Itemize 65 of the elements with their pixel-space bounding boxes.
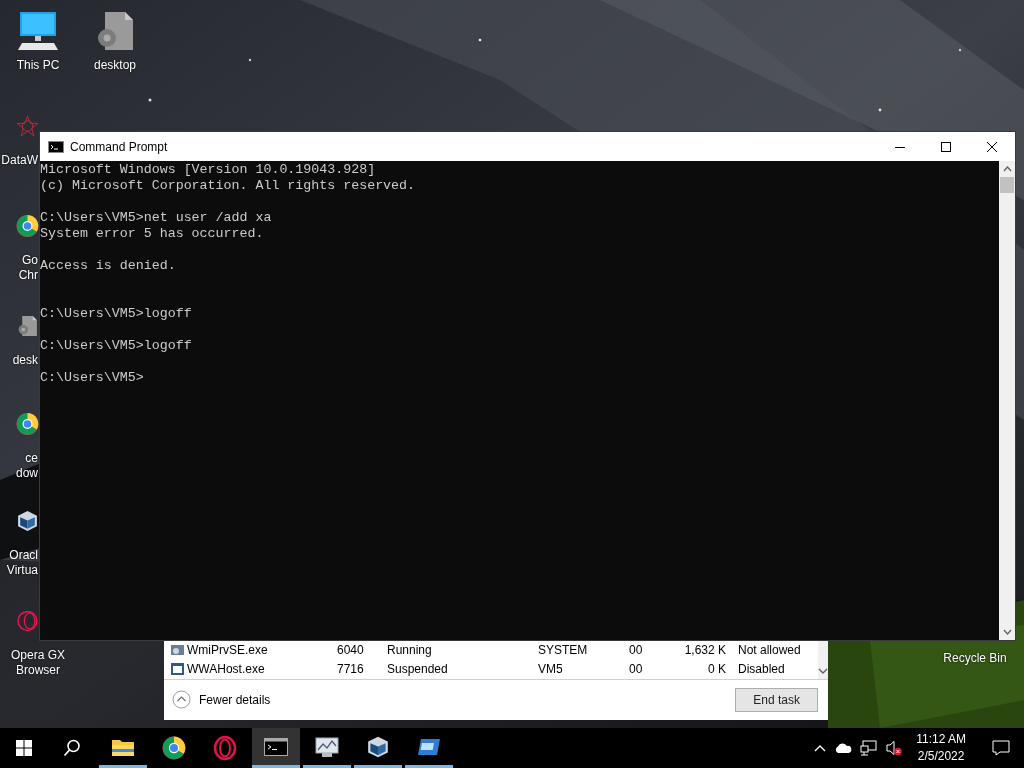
- icon-label[interactable]: Chr: [0, 268, 38, 283]
- search-icon[interactable]: [63, 739, 81, 757]
- table-cell-text: 1,632 K: [683, 641, 726, 659]
- scroll-down-icon[interactable]: [1002, 629, 1012, 635]
- cube-icon: [366, 734, 390, 759]
- fewer-details-link[interactable]: Fewer details: [172, 690, 271, 709]
- notification-icon[interactable]: [992, 740, 1010, 756]
- table-cell-text: Running: [387, 641, 433, 659]
- collapse-icon: [172, 690, 191, 709]
- cloud-icon[interactable]: [834, 742, 853, 754]
- scroll-thumb[interactable]: [1000, 177, 1014, 193]
- console-line: C:\Users\VM5>logoff: [40, 306, 193, 322]
- table-cell-text: WWAHost.exe: [186, 660, 266, 678]
- clock-time[interactable]: 11:12 AM: [916, 731, 966, 748]
- icon-label[interactable]: Virtua: [0, 563, 38, 578]
- console-line: C:\Users\VM5>net user /add xa: [40, 210, 273, 226]
- icon-label[interactable]: desktop: [94, 58, 136, 73]
- chrome-icon: [162, 736, 186, 760]
- monitor-chart-icon: [314, 735, 340, 758]
- taskbar-button[interactable]: [252, 728, 300, 768]
- icon-label[interactable]: This PC: [16, 58, 60, 73]
- muted-speaker-icon[interactable]: [886, 740, 903, 756]
- opera-ring-icon: [213, 736, 237, 760]
- icon-label[interactable]: Opera GX: [11, 648, 65, 663]
- icon-label[interactable]: desk: [0, 353, 38, 368]
- table-cell-text: 00: [629, 660, 644, 678]
- scroll-up-icon[interactable]: [1002, 166, 1012, 172]
- computer-icon[interactable]: [16, 10, 60, 52]
- gear-window-icon: [170, 642, 185, 657]
- console-line: Microsoft Windows [Version 10.0.19043.928]: [40, 162, 377, 178]
- icon-label[interactable]: Oracl: [0, 548, 38, 563]
- table-cell-text: Disabled: [737, 660, 786, 678]
- icon-label[interactable]: dow: [0, 466, 38, 481]
- console-icon: [48, 140, 64, 153]
- icon-label[interactable]: DataW: [0, 153, 38, 168]
- table-cell-text: SYSTEM: [538, 641, 589, 659]
- window-icon: [417, 736, 441, 757]
- console-line: (c) Microsoft Corporation. All rights reserved.: [40, 178, 417, 194]
- end-task-button[interactable]: End task: [735, 687, 818, 712]
- table-cell-text: 0 K: [707, 660, 726, 678]
- table-cell-text: 00: [629, 641, 644, 659]
- icon-label[interactable]: ce: [0, 451, 38, 466]
- window-icon: [170, 661, 185, 676]
- scroll-down-icon[interactable]: [818, 667, 828, 675]
- network-icon[interactable]: [860, 740, 879, 756]
- close-icon[interactable]: [987, 141, 997, 152]
- chevron-up-icon[interactable]: [814, 744, 827, 752]
- console-line: C:\Users\VM5>: [40, 370, 145, 386]
- console-icon: [264, 737, 288, 756]
- console-line: Access is denied.: [40, 258, 177, 274]
- window-title: Command Prompt: [70, 138, 169, 156]
- table-cell-text: 7716: [337, 660, 365, 678]
- console-line: System error 5 has occurred.: [40, 226, 265, 242]
- clock-date[interactable]: 2/5/2022: [917, 748, 965, 765]
- table-cell-text: WmiPrvSE.exe: [186, 641, 269, 659]
- maximize-icon[interactable]: [941, 141, 951, 152]
- table-cell-text: VM5: [538, 660, 564, 678]
- icon-label[interactable]: Browser: [16, 663, 60, 678]
- table-cell-text: Suspended: [387, 660, 449, 678]
- icon-label[interactable]: Recycle Bin: [943, 651, 1007, 666]
- icon-label[interactable]: Go: [0, 253, 38, 268]
- table-cell-text: Not allowed: [737, 641, 802, 659]
- windows-logo-icon[interactable]: [16, 740, 32, 756]
- console-line: C:\Users\VM5>logoff: [40, 338, 193, 354]
- table-cell-text: 6040: [337, 641, 365, 659]
